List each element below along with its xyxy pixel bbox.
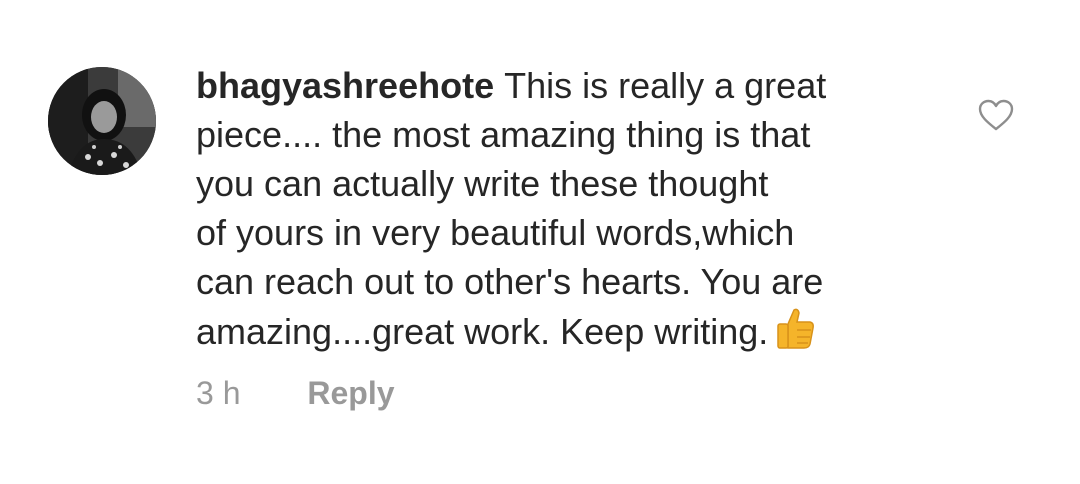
comment-row: bhagyashreehote This is really a great pi… [0, 0, 1080, 484]
reply-button[interactable]: Reply [307, 375, 394, 411]
thumbs-up-icon [772, 306, 816, 362]
comment-line: can reach out to other's hearts. You are [196, 261, 824, 302]
comment-meta: 3 h Reply [196, 375, 395, 412]
comment-line: piece.... the most amazing thing is that [196, 114, 811, 155]
comment-line-text: This is really a great [504, 65, 827, 106]
comment-line-text: amazing....great work. Keep writing. [196, 311, 769, 352]
comment-username[interactable]: bhagyashreehote [196, 65, 494, 106]
comment-line: you can actually write these thought [196, 163, 769, 204]
comment-line: of yours in very beautiful words,which [196, 212, 795, 253]
like-heart-icon[interactable] [977, 98, 1015, 132]
comment-line: bhagyashreehote This is really a great [196, 61, 936, 110]
comment-text: bhagyashreehote This is really a great pi… [196, 61, 936, 362]
comment-timestamp: 3 h [196, 375, 241, 411]
comment-line: amazing....great work. Keep writing. [196, 306, 936, 362]
avatar[interactable] [48, 67, 156, 175]
